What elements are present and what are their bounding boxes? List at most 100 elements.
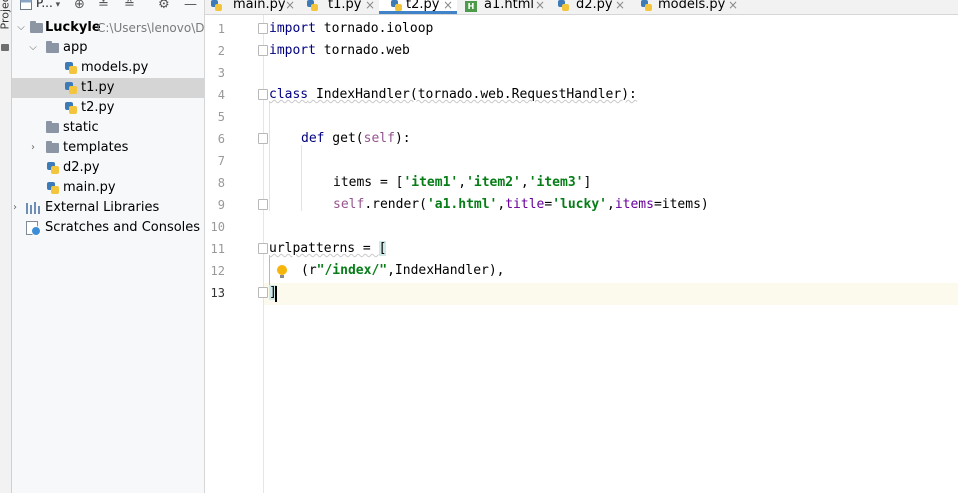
- tab-main-py[interactable]: main.py ×: [205, 0, 301, 14]
- fold-marker-icon[interactable]: [258, 199, 268, 210]
- code-text: tornado.web: [315, 43, 410, 58]
- line-number: 8: [217, 176, 225, 190]
- intention-bulb-icon[interactable]: [277, 265, 287, 278]
- tab-models-py[interactable]: models.py ×: [632, 0, 747, 14]
- project-panel: P... ▾ ⊕ ≚ ≙ ⚙ — ⌵ Luckyle C:\Users\leno…: [12, 0, 205, 493]
- code-text: ]: [583, 175, 592, 190]
- keyword-argument: items: [614, 197, 654, 212]
- fold-marker-icon[interactable]: [258, 243, 268, 254]
- project-view-title: P...: [36, 0, 53, 10]
- line-number: 1: [217, 22, 225, 36]
- string-literal: 'item2': [466, 175, 521, 190]
- collapse-all-icon[interactable]: ≙: [124, 0, 135, 12]
- line-number-gutter: 1 2 3 4 5 6 7 8 9 10 11 12 13: [205, 15, 268, 493]
- tab-label: d2.py: [576, 0, 613, 12]
- code-line-12: (r"/index/",IndexHandler),: [301, 260, 505, 282]
- fold-marker-icon[interactable]: [258, 287, 268, 298]
- line-number: 3: [217, 66, 225, 80]
- close-icon[interactable]: ×: [285, 0, 295, 14]
- code-text: get(: [324, 131, 364, 146]
- tab-a1-html[interactable]: H a1.html ×: [458, 0, 550, 14]
- tree-item-luckyle[interactable]: ⌵ Luckyle C:\Users\lenovo\D: [12, 18, 204, 38]
- code-text: IndexHandler(tornado.web.RequestHandler)…: [308, 87, 637, 102]
- code-line-6: def get(self):: [301, 128, 411, 150]
- close-icon[interactable]: ×: [615, 0, 625, 14]
- line-number: 11: [210, 242, 225, 256]
- line-number: 10: [210, 220, 225, 234]
- line-number: 12: [210, 264, 225, 278]
- hide-icon[interactable]: —: [184, 0, 197, 12]
- scratches-icon: [26, 221, 41, 236]
- folder-icon: [46, 41, 59, 53]
- tree-label: Scratches and Consoles: [45, 220, 201, 235]
- tree-item-main-py[interactable]: main.py: [12, 178, 204, 198]
- python-file-icon: [64, 101, 77, 115]
- chevron-down-icon[interactable]: ⌵: [27, 38, 39, 58]
- tree-item-models-py[interactable]: models.py: [12, 58, 204, 78]
- close-icon[interactable]: ×: [535, 0, 545, 14]
- project-tool-button[interactable]: Project: [0, 0, 12, 30]
- matched-bracket: [: [378, 241, 387, 256]
- chevron-right-icon[interactable]: ›: [12, 198, 21, 218]
- string-literal: 'item3': [528, 175, 584, 190]
- tree-label: Luckyle: [45, 20, 101, 35]
- code-text: .render(: [364, 197, 427, 212]
- expand-all-icon[interactable]: ≚: [98, 0, 109, 12]
- fold-marker-icon[interactable]: [258, 133, 268, 144]
- tree-item-t1-py[interactable]: t1.py: [12, 78, 204, 98]
- tab-d2-py[interactable]: d2.py ×: [550, 0, 632, 14]
- line-number: 6: [217, 132, 225, 146]
- tree-label: t1.py: [81, 80, 115, 95]
- project-toolbar: P... ▾ ⊕ ≚ ≙ ⚙ —: [12, 0, 204, 14]
- fold-marker-icon[interactable]: [258, 45, 268, 56]
- tree-label: templates: [63, 140, 129, 155]
- line-number: 13: [210, 286, 225, 300]
- tree-label: External Libraries: [45, 200, 160, 215]
- close-icon[interactable]: ×: [728, 0, 738, 14]
- tab-t1-py[interactable]: t1.py ×: [301, 0, 379, 14]
- string-literal: 'item1': [403, 175, 459, 190]
- tree-item-t2-py[interactable]: t2.py: [12, 98, 204, 118]
- tree-item-app[interactable]: ⌵ app: [12, 38, 204, 58]
- chevron-right-icon[interactable]: ›: [27, 138, 39, 158]
- tree-item-external-libraries[interactable]: › External Libraries: [12, 198, 204, 218]
- settings-icon[interactable]: ⚙: [158, 0, 170, 12]
- tree-path: C:\Users\lenovo\D: [97, 21, 205, 35]
- code-line-2: import tornado.web: [269, 40, 410, 62]
- tree-label: static: [63, 120, 99, 135]
- self-keyword: self: [363, 131, 395, 146]
- string-literal: 'lucky': [552, 197, 607, 212]
- tree-item-scratches[interactable]: Scratches and Consoles: [12, 218, 204, 238]
- keyword: class: [269, 87, 309, 102]
- locate-icon[interactable]: ⊕: [74, 0, 85, 12]
- chevron-down-icon[interactable]: ⌵: [15, 18, 27, 38]
- keyword: import: [269, 43, 316, 58]
- fold-marker-icon[interactable]: [258, 23, 268, 34]
- close-icon[interactable]: ×: [443, 0, 453, 14]
- chevron-down-icon: ▾: [52, 0, 61, 10]
- current-line-highlight: [205, 283, 958, 305]
- python-file-icon: [64, 61, 77, 75]
- project-view-selector[interactable]: P... ▾: [36, 0, 60, 10]
- tree-label: models.py: [81, 60, 149, 75]
- fold-marker-icon[interactable]: [258, 89, 268, 100]
- editor-tab-bar: main.py × t1.py × t2.py × H a1.html × d2…: [205, 0, 958, 15]
- code-line-4: class IndexHandler(tornado.web.RequestHa…: [269, 84, 637, 106]
- structure-icon[interactable]: [1, 44, 9, 51]
- code-text: ):: [394, 131, 411, 146]
- python-file-icon: [390, 0, 403, 12]
- python-file-icon: [64, 81, 77, 95]
- python-file-icon: [640, 0, 653, 12]
- code-line-9: self.render('a1.html',title='lucky',item…: [333, 194, 709, 216]
- tree-item-templates[interactable]: › templates: [12, 138, 204, 158]
- tree-item-d2-py[interactable]: d2.py: [12, 158, 204, 178]
- code-text: ,IndexHandler),: [387, 263, 505, 278]
- code-editor[interactable]: 1 2 3 4 5 6 7 8 9 10 11 12 13 import tor…: [205, 15, 958, 493]
- folder-icon: [30, 21, 43, 33]
- tab-label: t1.py: [328, 0, 362, 12]
- close-icon[interactable]: ×: [365, 0, 375, 14]
- tab-label: t2.py: [406, 0, 440, 12]
- tab-t2-py[interactable]: t2.py ×: [379, 0, 457, 14]
- code-text: =items): [653, 197, 709, 212]
- tree-item-static[interactable]: static: [12, 118, 204, 138]
